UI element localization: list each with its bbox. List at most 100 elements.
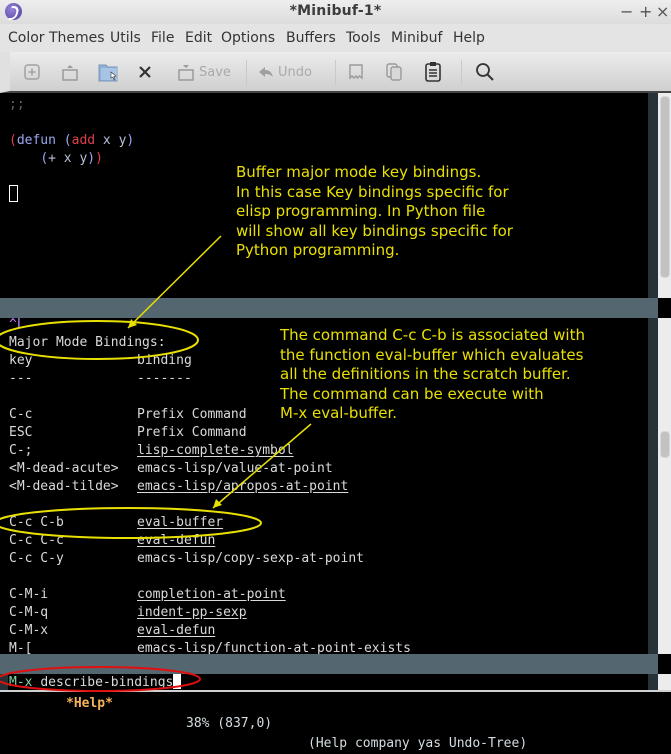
help-scrollbar[interactable] [658,318,671,654]
binding-key: C-M-x [9,623,49,638]
save-button[interactable]: Save [176,61,231,83]
menu-utils[interactable]: Utils [110,30,141,46]
close-buffer-button[interactable] [136,61,154,83]
scrollbar-thumb[interactable] [660,431,670,458]
body: + x y [48,151,88,166]
binding-command-link[interactable]: lisp-complete-symbol [137,442,294,460]
buffer-name[interactable]: *Help* [66,694,113,714]
menu-edit[interactable]: Edit [185,30,212,46]
title-bar: *Minibuf-1* − + × [0,0,671,24]
minimize-button[interactable]: − [620,2,633,21]
bindings-heading: Major Mode Bindings: [9,335,166,350]
menu-tools[interactable]: Tools [346,30,381,46]
binding-key: C-c [9,407,33,422]
search-button[interactable] [475,61,495,83]
binding-key: C-c C-b [9,515,64,530]
code-line-2: (+ x y)) [9,150,103,168]
buffer-position: 38% (837,0) [186,716,273,731]
binding-key: <M-dead-acute> [9,461,119,476]
binding-command-link[interactable]: emacs-lisp/apropos-at-point [137,478,348,496]
scrollbar-thumb[interactable] [660,96,670,278]
save-icon [178,65,194,81]
paste-button[interactable] [423,61,443,83]
comment-line: ;; [9,97,25,112]
binding-command: emacs-lisp/function-at-point-exists [137,641,411,654]
binding-command: Prefix Command [137,425,247,440]
point-cursor [9,185,18,205]
annotation-major-mode: Buffer major mode key bindings. In this … [236,163,513,259]
undo-label: Undo [278,64,312,80]
binding-key: ESC [9,425,33,440]
search-icon [476,63,494,81]
cut-icon [349,64,363,80]
maximize-button[interactable]: + [639,2,652,21]
open-folder-icon [62,65,78,81]
paren: ) [87,151,96,166]
key-rule: --- [9,371,33,386]
defun-keyword: defun [16,133,56,148]
cut-button[interactable] [346,61,366,83]
paren: ( [63,133,72,148]
menu-file[interactable]: File [151,30,174,46]
binding-command-link[interactable]: eval-defun [137,532,215,550]
binding-command-link[interactable]: eval-defun [137,622,215,640]
scratch-mode-line: U:**- *scratch* Bot (7,0) (Lisp Interact… [0,298,671,395]
copy-button[interactable] [384,61,404,83]
column-binding-header: binding [137,353,192,368]
dired-button[interactable] [97,61,119,83]
minibuffer-input[interactable]: describe-bindings [40,675,173,690]
binding-key: M-[ [9,641,33,654]
toolbar-separator [335,60,336,85]
menu-help[interactable]: Help [453,30,485,46]
undo-button[interactable]: Undo [257,61,312,83]
text-cursor [173,674,182,689]
paste-icon [425,62,441,82]
function-name: add [71,133,96,148]
page-break-marker: ^L [9,318,25,332]
paren: ) [95,151,103,166]
toolbar: Save Undo [0,52,671,93]
binding-key: <M-dead-tilde> [9,479,119,494]
binding-command-link[interactable]: completion-at-point [137,586,286,604]
binding-rule: ------- [137,371,192,386]
binding-key: C-c C-c [9,533,64,548]
column-key-header: key [9,353,33,368]
open-file-button[interactable] [60,61,80,83]
dired-folder-icon [98,64,118,82]
args: x y [95,133,127,148]
new-file-icon [24,64,40,80]
binding-key: C-M-q [9,605,49,620]
help-mode-line: U:%%- *Help* 38% (837,0) (Help company y… [0,654,658,751]
menu-minibuf[interactable]: Minibuf [391,30,442,46]
binding-key: C-; [9,443,33,458]
binding-command-link[interactable]: indent-pp-sexp [137,604,247,622]
undo-icon [259,67,273,77]
toolbar-separator [461,60,462,85]
new-file-button[interactable] [23,61,41,83]
menu-buffers[interactable]: Buffers [286,30,336,46]
menu-color-themes[interactable]: Color Themes [8,30,105,46]
scratch-scrollbar[interactable] [658,93,671,298]
menu-options[interactable]: Options [221,30,275,46]
binding-command: emacs-lisp/value-at-point [137,461,333,476]
major-minor-modes[interactable]: (Help company yas Undo-Tree) [308,734,527,754]
paren: ( [40,151,49,166]
copy-icon [386,63,402,81]
save-label: Save [199,64,231,80]
toolbar-separator [246,60,247,85]
paren: ( [9,133,17,148]
paren: ) [126,133,135,148]
annotation-eval-buffer: The command C-c C-b is associated with t… [280,326,585,422]
close-icon [139,66,151,78]
binding-key: C-M-i [9,587,49,602]
binding-command: emacs-lisp/copy-sexp-at-point [137,551,364,566]
binding-command-link[interactable]: eval-buffer [137,514,223,532]
right-fringe [648,318,658,654]
binding-key: C-c C-y [9,551,64,566]
close-window-button[interactable]: × [656,2,669,21]
window-title: *Minibuf-1* [289,3,382,19]
menu-bar: Color Themes Utils File Edit Options Buf… [0,24,671,53]
binding-command: Prefix Command [137,407,247,422]
